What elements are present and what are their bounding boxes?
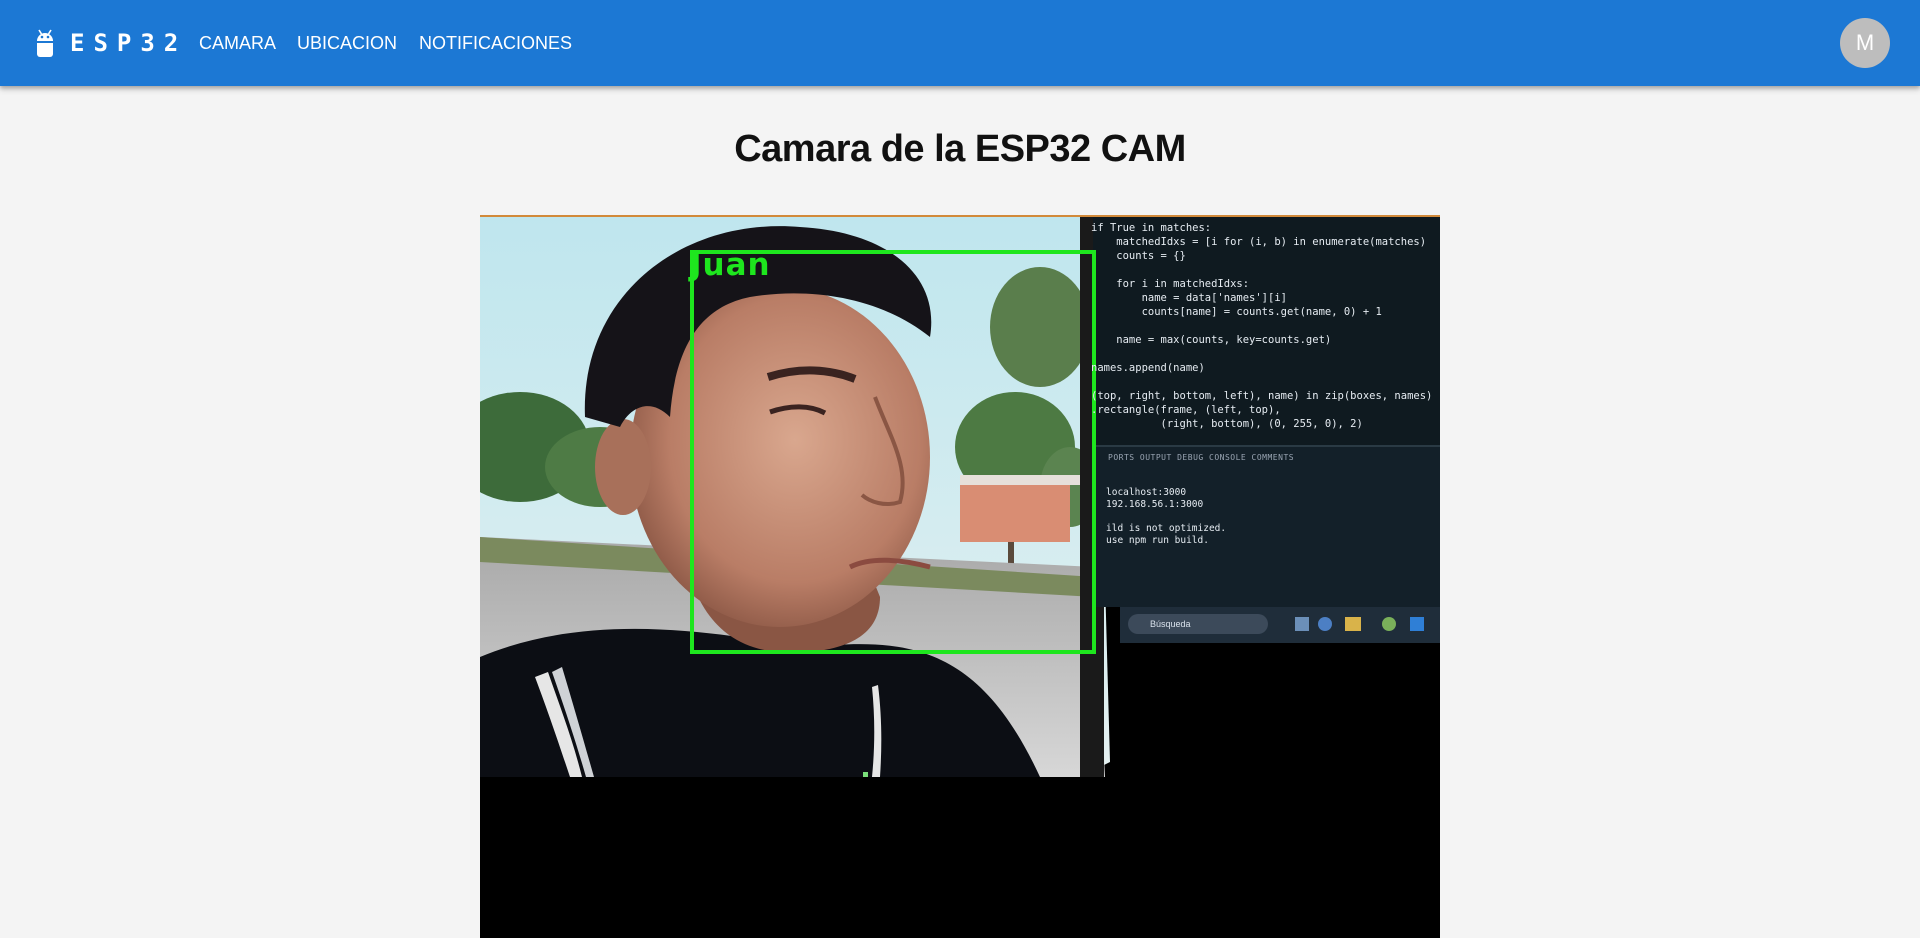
brand-logo-text[interactable]: ESP32 (70, 27, 187, 59)
nav-notificaciones[interactable]: NOTIFICACIONES (419, 27, 572, 59)
nav-ubicacion[interactable]: UBICACION (297, 27, 397, 59)
nav-camara[interactable]: CAMARA (199, 27, 276, 59)
screen-terminal-text: localhost:3000 192.168.56.1:3000 ild is … (1106, 487, 1227, 546)
screen-code-text: if True in matches: matchedIdxs = [i for… (1091, 222, 1431, 430)
android-icon (37, 29, 53, 57)
page-title: Camara de la ESP32 CAM (734, 128, 1186, 170)
screen-taskbar-search: Búsqueda (1128, 614, 1268, 634)
camera-stream: Juan if True in matches: matchedIdxs = [… (480, 215, 1440, 938)
detected-face-label: Juan (690, 247, 771, 283)
app-bar: ESP32 CAMARA UBICACION NOTIFICACIONES M (0, 0, 1920, 86)
user-avatar[interactable]: M (1840, 18, 1890, 68)
screen-panel-tabs: PORTS OUTPUT DEBUG CONSOLE COMMENTS (1108, 453, 1295, 462)
